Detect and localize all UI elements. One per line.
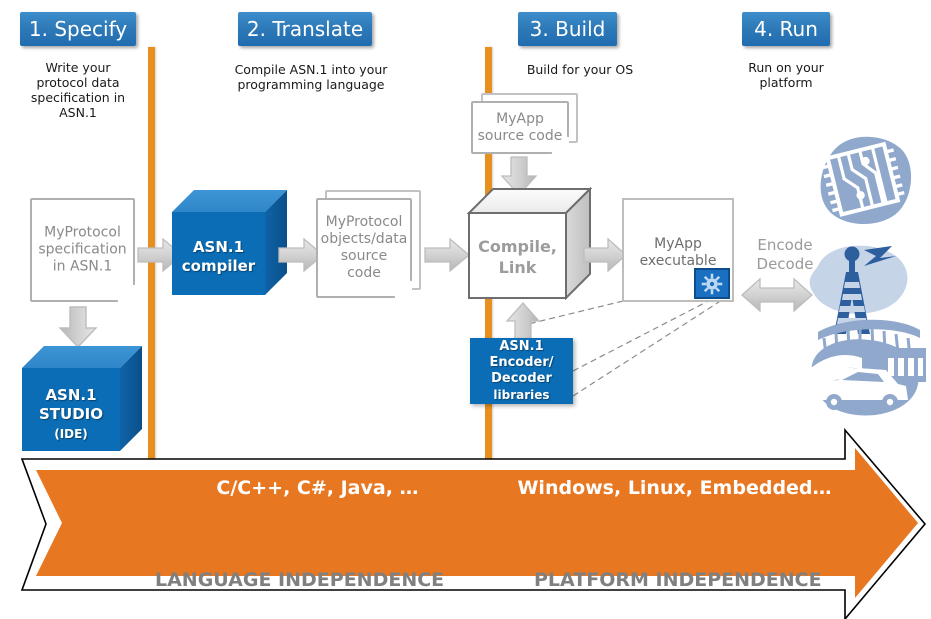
node-myprotocol-specification-label: MyProtocol specification in ASN.1 bbox=[38, 224, 127, 275]
gear-badge[interactable] bbox=[694, 268, 730, 299]
node-asn1-libraries-label: ASN.1 Encoder/Decoder libraries bbox=[489, 338, 554, 402]
step-caption-1: Write your protocol data specification in A… bbox=[30, 60, 126, 120]
node-myprotocol-objects[interactable]: MyProtocol objects/data source code bbox=[316, 198, 412, 298]
node-asn1-studio[interactable]: ASN.1 STUDIO (IDE) bbox=[22, 346, 142, 451]
gear-icon bbox=[701, 273, 723, 294]
step-chip-1[interactable]: 1. Specify bbox=[20, 12, 136, 46]
arrow-studio-to-spec bbox=[58, 306, 98, 349]
illustration-car-traffic bbox=[800, 318, 926, 428]
node-myprotocol-objects-label: MyProtocol objects/data source code bbox=[320, 214, 408, 281]
step-caption-4: Run on your platform bbox=[748, 60, 824, 90]
node-myapp-source-label: MyApp source code bbox=[477, 110, 563, 144]
node-myprotocol-specification[interactable]: MyProtocol specification in ASN.1 bbox=[30, 198, 135, 302]
car-traffic-icon bbox=[804, 319, 926, 416]
node-compile-link[interactable]: Compile, Link bbox=[466, 186, 593, 301]
illustration-circuit-board bbox=[812, 134, 916, 230]
node-asn1-libraries[interactable]: ASN.1 Encoder/Decoder libraries bbox=[470, 338, 573, 404]
band-left-label: C/C++, C#, Java, … bbox=[216, 477, 419, 499]
node-myapp-source[interactable]: MyApp source code bbox=[471, 101, 569, 154]
arrow-libraries-to-compile bbox=[505, 302, 541, 340]
step-chip-3[interactable]: 3. Build bbox=[518, 12, 617, 46]
arrow-objects-to-compile bbox=[424, 237, 471, 273]
band-right-label: Windows, Linux, Embedded… bbox=[517, 477, 832, 499]
page-fold-icon bbox=[116, 283, 135, 302]
node-myapp-executable-label: MyApp executable bbox=[639, 236, 717, 269]
band-left-footer: LANGUAGE INDEPENDENCE bbox=[155, 569, 445, 591]
step-chip-4[interactable]: 4. Run bbox=[742, 12, 830, 46]
step-caption-2: Compile ASN.1 into your programming langu… bbox=[234, 62, 388, 92]
step-chip-2[interactable]: 2. Translate bbox=[238, 12, 372, 46]
arrow-compile-to-executable bbox=[583, 237, 627, 273]
circuit-board-icon bbox=[820, 136, 912, 224]
step-caption-3: Build for your OS bbox=[526, 62, 634, 77]
node-asn1-compiler[interactable]: ASN.1 compiler bbox=[172, 190, 287, 295]
band-right-footer: PLATFORM INDEPENDENCE bbox=[534, 569, 822, 591]
independence-band: C/C++, C#, Java, … Windows, Linux, Embed… bbox=[0, 427, 931, 619]
diagram-canvas: C/C++, C#, Java, … Windows, Linux, Embed… bbox=[0, 0, 931, 619]
